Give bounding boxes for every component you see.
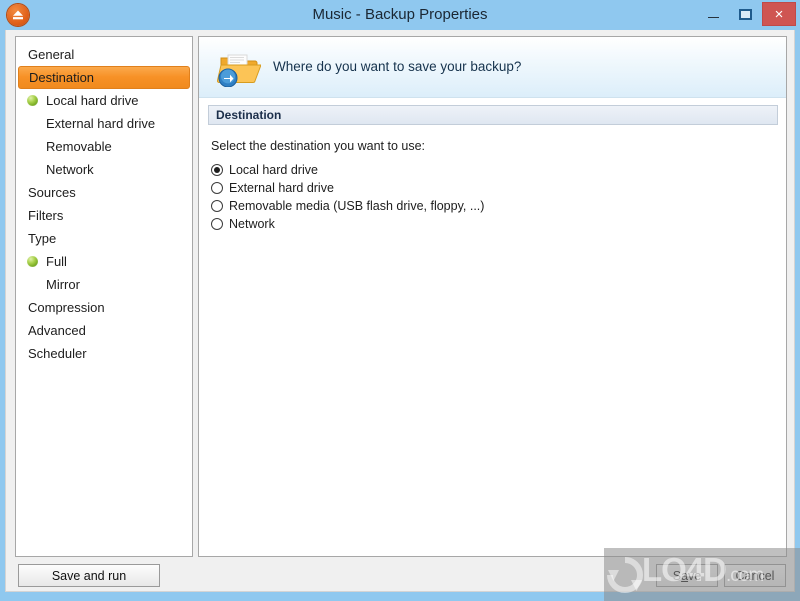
sidebar-item-sources[interactable]: Sources [16, 181, 192, 204]
sidebar-item-label: Removable [46, 139, 112, 154]
sidebar-item-label: External hard drive [46, 116, 156, 131]
minimize-button[interactable] [698, 2, 728, 26]
eject-disc-icon [7, 4, 29, 26]
cancel-button[interactable]: Cancel [724, 564, 786, 587]
save-button[interactable]: Sa ve [656, 564, 718, 587]
content-header: Where do you want to save your backup? [199, 37, 786, 98]
green-sphere-icon [27, 256, 38, 267]
sidebar-item-mirror[interactable]: Mirror [16, 273, 192, 296]
sidebar-item-label: Sources [28, 185, 76, 200]
section-header-destination: Destination [208, 105, 778, 125]
radio-option-label: Network [229, 217, 275, 231]
sidebar-item-label: Scheduler [28, 346, 87, 361]
sidebar-item-filters[interactable]: Filters [16, 204, 192, 227]
maximize-restore-button[interactable] [730, 2, 760, 26]
sidebar-item-full[interactable]: Full [16, 250, 192, 273]
sidebar-item-label: General [28, 47, 75, 62]
sidebar-item-removable[interactable]: Removable [16, 135, 192, 158]
close-button[interactable]: × [762, 2, 796, 26]
sidebar-item-advanced[interactable]: Advanced [16, 319, 192, 342]
dialog-footer: Save and run Sa ve Cancel [6, 563, 794, 590]
sidebar-item-label: Network [46, 162, 94, 177]
radio-button[interactable] [211, 200, 223, 212]
sidebar-item-label: Filters [28, 208, 64, 223]
application-window: Music - Backup Properties × General Desti… [0, 0, 800, 601]
settings-nav-sidebar[interactable]: General Destination Local hard drive Extern… [15, 36, 193, 557]
sidebar-item-label: Advanced [28, 323, 86, 338]
sidebar-item-compression[interactable]: Compression [16, 296, 192, 319]
radio-option-label: Local hard drive [229, 163, 318, 177]
sidebar-item-label: Full [46, 254, 67, 269]
destination-prompt-label: Select the destination you want to use: [211, 139, 426, 153]
save-label-post: ve [688, 568, 702, 583]
radio-button[interactable] [211, 218, 223, 230]
sidebar-item-external-hard-drive[interactable]: External hard drive [16, 112, 192, 135]
sidebar-item-label: Local hard drive [46, 93, 139, 108]
sidebar-item-destination[interactable]: Destination [18, 66, 190, 89]
radio-button[interactable] [211, 164, 223, 176]
radio-option-local-hard-drive[interactable]: Local hard drive [211, 161, 318, 179]
sidebar-item-scheduler[interactable]: Scheduler [16, 342, 192, 365]
radio-button[interactable] [211, 182, 223, 194]
radio-option-removable-media-usb-flash-drive-floppy[interactable]: Removable media (USB flash drive, floppy… [211, 197, 484, 215]
client-area: General Destination Local hard drive Extern… [5, 30, 795, 592]
sidebar-item-label: Type [28, 231, 57, 246]
radio-option-external-hard-drive[interactable]: External hard drive [211, 179, 334, 197]
sidebar-item-network[interactable]: Network [16, 158, 192, 181]
sidebar-item-label: Compression [28, 300, 105, 315]
sidebar-item-local-hard-drive[interactable]: Local hard drive [16, 89, 192, 112]
radio-option-network[interactable]: Network [211, 215, 275, 233]
sidebar-item-type[interactable]: Type [16, 227, 192, 250]
sidebar-item-label: Mirror [46, 277, 80, 292]
open-folder-with-arrow-icon [217, 54, 261, 87]
save-and-run-button[interactable]: Save and run [18, 564, 160, 587]
title-bar: Music - Backup Properties × [0, 0, 800, 30]
close-icon: × [774, 5, 784, 23]
restore-icon [738, 8, 752, 20]
green-sphere-icon [27, 95, 38, 106]
minimize-icon [707, 16, 719, 18]
sidebar-item-label: Destination [29, 70, 95, 85]
save-label-accel: a [681, 568, 689, 583]
content-pane: Where do you want to save your backup? D… [198, 36, 787, 557]
header-question-text: Where do you want to save your backup? [273, 59, 522, 74]
save-label-pre: S [672, 568, 682, 583]
window-title: Music - Backup Properties [312, 6, 488, 23]
eject-glyph [13, 10, 23, 20]
radio-option-label: Removable media (USB flash drive, floppy… [229, 199, 485, 213]
radio-option-label: External hard drive [229, 181, 334, 195]
sidebar-item-general[interactable]: General [16, 43, 192, 66]
